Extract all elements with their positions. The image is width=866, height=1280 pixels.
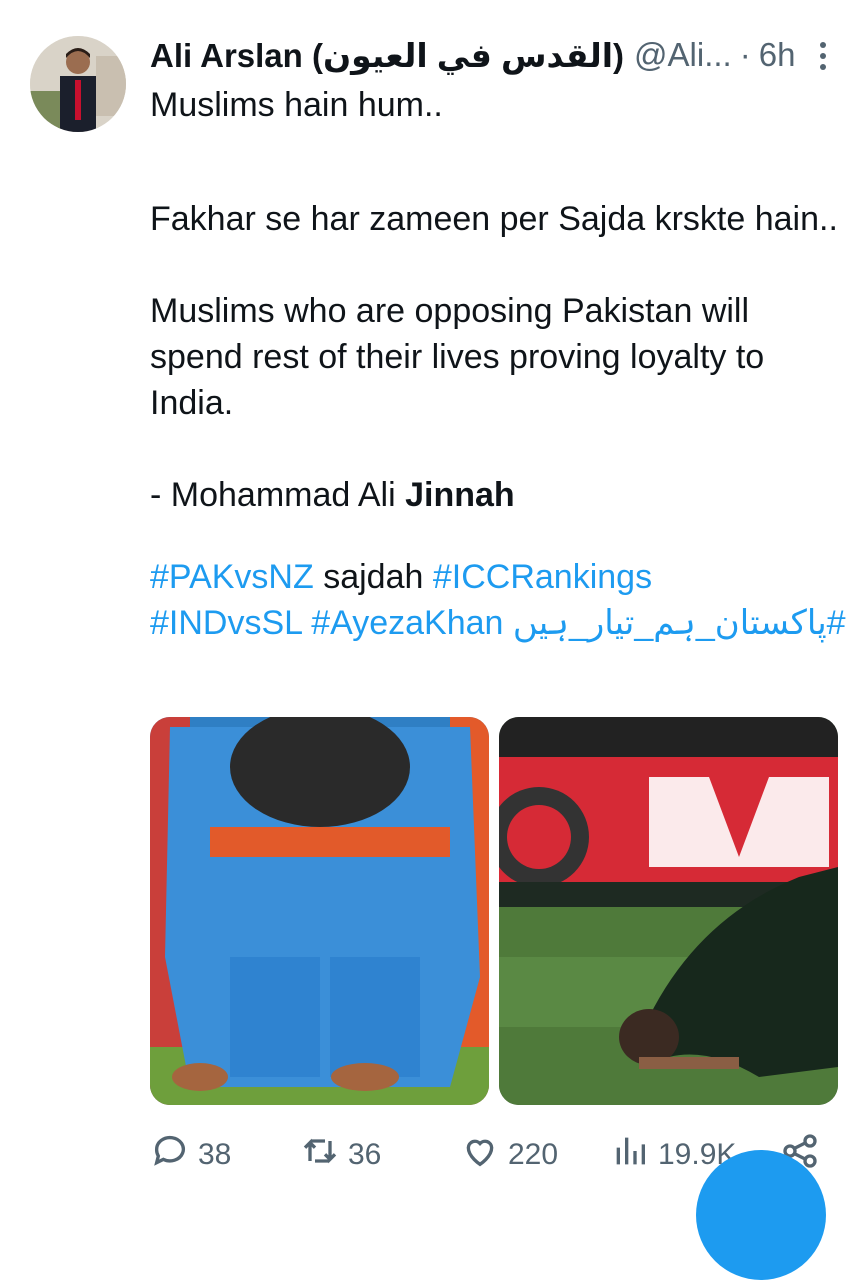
quote-prefix: - Mohammad Ali	[150, 476, 406, 514]
hashtag-urdu[interactable]: #پاکستان_ہم_تیار_ہیں	[513, 604, 846, 642]
media-image-left[interactable]	[150, 717, 489, 1105]
reply-count: 38	[198, 1138, 232, 1171]
tweet-line-3: Muslims who are opposing Pakistan will s…	[150, 292, 765, 422]
separator-dot: ·	[739, 36, 751, 73]
hashtag-ayezakhan[interactable]: #AyezaKhan	[311, 604, 503, 642]
like-icon[interactable]	[460, 1131, 500, 1179]
like-action[interactable]: 220	[460, 1131, 610, 1179]
timestamp[interactable]: 6h	[759, 36, 796, 74]
tweet-text: Muslims hain hum.. Fakhar se har zameen …	[150, 82, 850, 646]
tweet-quote: - Mohammad Ali Jinnah	[150, 472, 850, 518]
hashtag-iccrankings[interactable]: #ICCRankings	[433, 558, 652, 596]
author-name[interactable]: Ali Arslan (القدس في العيون)	[150, 36, 624, 75]
retweet-icon[interactable]	[300, 1131, 340, 1179]
compose-button[interactable]	[696, 1150, 826, 1280]
retweet-action[interactable]: 36	[300, 1131, 460, 1179]
reply-icon[interactable]	[150, 1131, 190, 1179]
author-handle[interactable]: @Ali...	[634, 36, 732, 74]
tweet-line-1: Muslims hain hum..	[150, 86, 443, 124]
hashtag-pakvsnz[interactable]: #PAKvsNZ	[150, 558, 314, 596]
hashtag-indvssl[interactable]: #INDvsSL	[150, 604, 302, 642]
media-image-right[interactable]	[499, 717, 838, 1105]
tag-word: sajdah	[323, 558, 424, 596]
tweet-line-2: Fakhar se har zameen per Sajda krskte ha…	[150, 200, 838, 238]
avatar[interactable]	[30, 36, 126, 132]
quote-author: Jinnah	[405, 476, 515, 514]
more-icon[interactable]	[808, 38, 838, 74]
tweet-header: Ali Arslan (القدس في العيون) @Ali... · 6…	[150, 30, 806, 80]
reply-action[interactable]: 38	[150, 1131, 300, 1179]
views-icon[interactable]	[610, 1131, 650, 1179]
tweet-media	[150, 717, 838, 1105]
like-count: 220	[508, 1138, 559, 1171]
retweet-count: 36	[348, 1138, 382, 1171]
tweet-hashtags: #PAKvsNZ sajdah #ICCRankings #INDvsSL #A…	[150, 554, 850, 646]
